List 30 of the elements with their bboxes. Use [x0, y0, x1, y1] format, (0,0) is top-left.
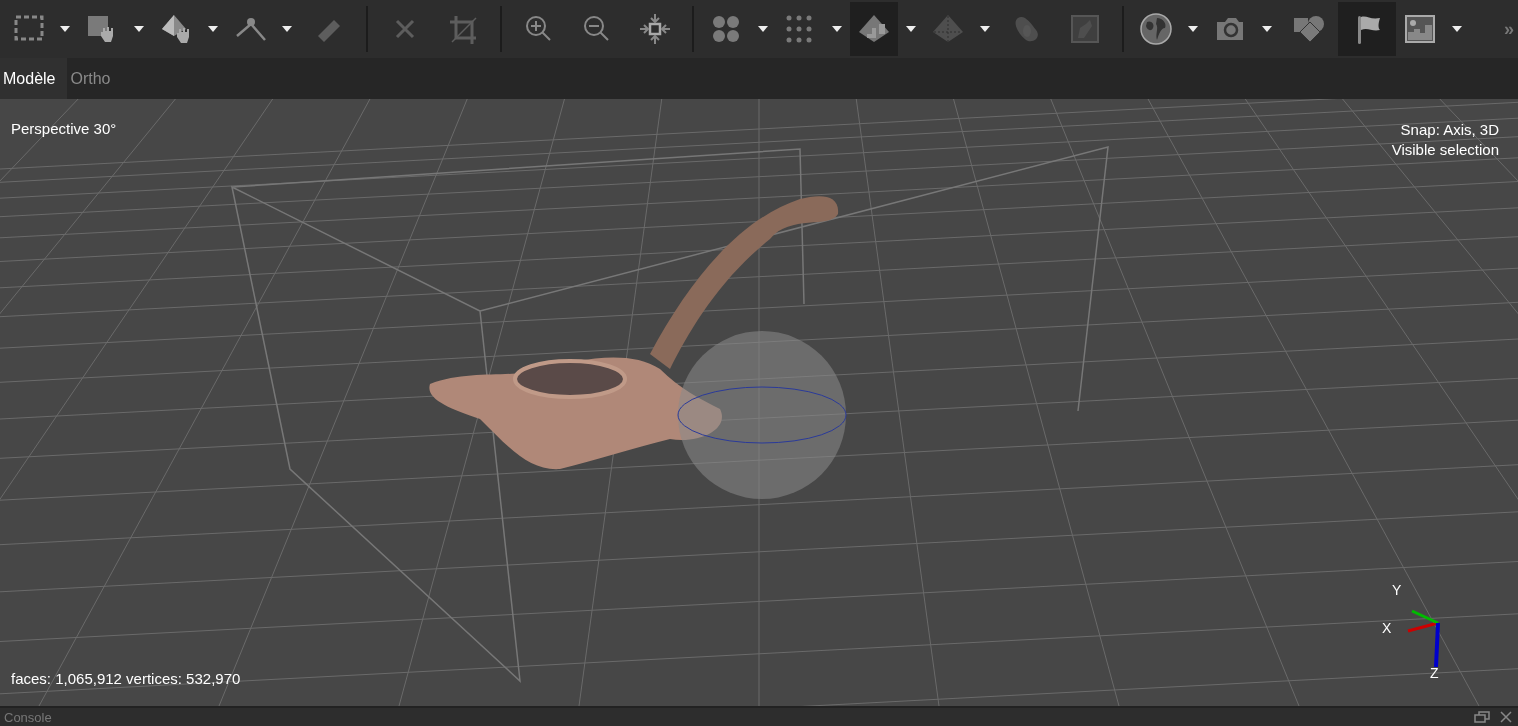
close-icon: [1498, 711, 1514, 723]
map-icon: [1068, 12, 1102, 46]
more-tools-button[interactable]: »: [1504, 18, 1518, 40]
view-tab[interactable]: Modèle: [0, 58, 68, 99]
projection-label: Perspective 30°: [11, 120, 117, 137]
caret-icon: [758, 26, 768, 32]
fit-view-icon: [638, 12, 672, 46]
mesh-stats-label: faces: 1,065,912 vertices: 532,970: [11, 670, 241, 687]
caret-icon: [208, 26, 218, 32]
flag-button[interactable]: [1338, 2, 1396, 56]
globe-icon: [1139, 12, 1173, 46]
windows-icon: [1474, 711, 1490, 723]
x-axis-label: X: [1382, 620, 1392, 636]
caret-icon: [906, 26, 916, 32]
caret-icon: [282, 26, 292, 32]
view-tab[interactable]: Ortho: [67, 58, 123, 99]
caret-icon: [1452, 26, 1462, 32]
caret-icon: [832, 26, 842, 32]
caret-icon: [1262, 26, 1272, 32]
z-axis-label: Z: [1430, 665, 1439, 681]
selection-mode-label: Visible selection: [1391, 140, 1499, 160]
caret-icon: [60, 26, 70, 32]
caret-icon: [134, 26, 144, 32]
picture-icon: [1403, 12, 1437, 46]
caret-icon: [1188, 26, 1198, 32]
snap-label: Snap: Axis, 3D: [1399, 120, 1499, 140]
y-axis-label: Y: [1392, 582, 1402, 598]
textured-pyramid-button[interactable]: [850, 2, 898, 56]
console-title: Console: [3, 709, 52, 725]
caret-icon: [980, 26, 990, 32]
